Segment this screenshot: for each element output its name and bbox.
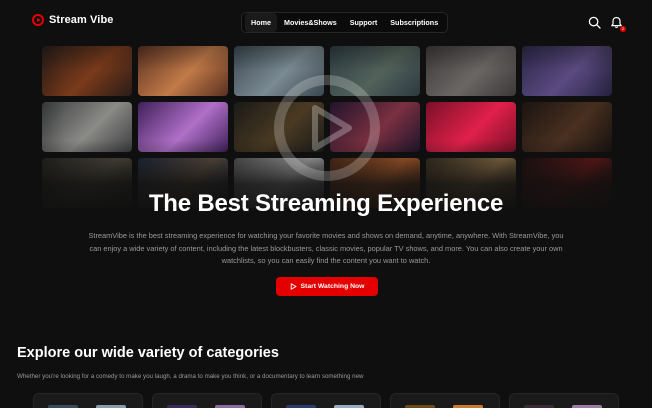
- play-icon: [290, 283, 296, 290]
- nav-movies-shows[interactable]: Movies&Shows: [278, 13, 343, 32]
- main-nav: Home Movies&Shows Support Subscriptions: [241, 12, 449, 33]
- logo-icon: [32, 14, 44, 26]
- logo[interactable]: Stream Vibe: [32, 14, 113, 26]
- header: Stream Vibe Home Movies&Shows Support Su…: [0, 0, 652, 44]
- page: Stream Vibe Home Movies&Shows Support Su…: [0, 0, 652, 408]
- category-card[interactable]: [509, 393, 619, 408]
- nav-home[interactable]: Home: [245, 13, 277, 32]
- hero-title: The Best Streaming Experience: [148, 190, 504, 217]
- search-icon[interactable]: [588, 16, 601, 29]
- nav-support[interactable]: Support: [344, 13, 384, 32]
- category-card[interactable]: [390, 393, 500, 408]
- logo-text: Stream Vibe: [49, 14, 114, 26]
- header-actions: 2: [588, 16, 626, 32]
- categories-subtitle: Whether you're looking for a comedy to m…: [17, 373, 364, 380]
- notification-badge: 2: [620, 26, 626, 32]
- play-circle-icon[interactable]: [273, 74, 381, 182]
- start-watching-button[interactable]: Start Watching Now: [276, 277, 378, 296]
- category-card[interactable]: [152, 393, 262, 408]
- category-cards: [33, 393, 621, 408]
- category-card[interactable]: [33, 393, 143, 408]
- nav-subscriptions[interactable]: Subscriptions: [384, 13, 444, 32]
- notification-button[interactable]: 2: [610, 16, 626, 32]
- start-watching-label: Start Watching Now: [300, 283, 365, 290]
- hero-description: StreamVibe is the best streaming experie…: [88, 231, 564, 266]
- categories-title: Explore our wide variety of categories: [17, 345, 279, 361]
- category-card[interactable]: [271, 393, 381, 408]
